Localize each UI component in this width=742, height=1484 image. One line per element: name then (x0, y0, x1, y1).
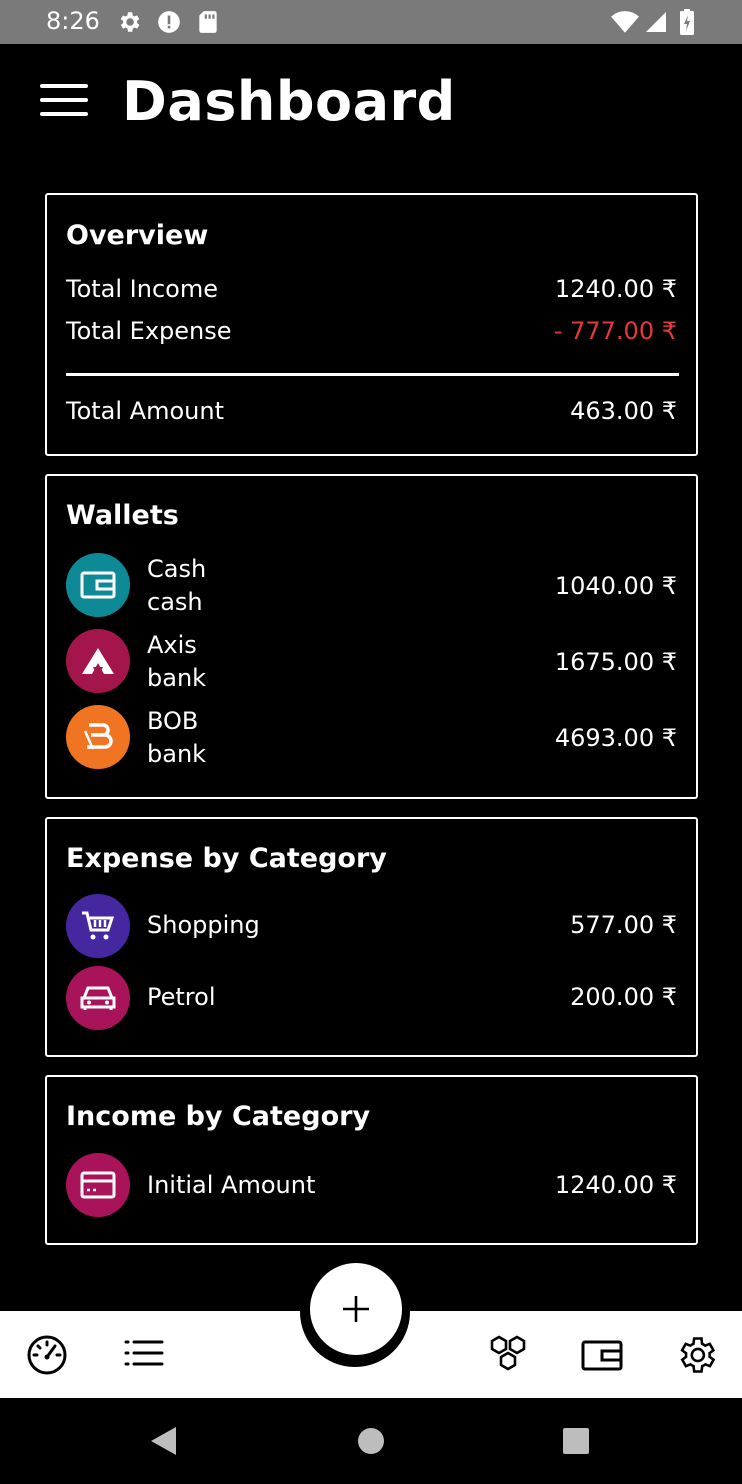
category-name: Petrol (147, 983, 216, 1011)
wallet-type: bank (147, 664, 207, 692)
category-amount: 577.00 ₹ (570, 911, 677, 939)
wallet-name: Cash (147, 555, 207, 583)
plus-icon (343, 1296, 369, 1322)
settings-icon[interactable] (674, 1333, 718, 1377)
card-icon (66, 1153, 130, 1217)
sd-card-icon (199, 11, 217, 33)
wallet-balance: 4693.00 ₹ (554, 724, 677, 752)
settings-icon (120, 12, 140, 32)
signal-icon (646, 12, 666, 32)
wallet-type: cash (147, 588, 203, 616)
car-icon (66, 966, 130, 1030)
menu-button[interactable] (40, 84, 90, 118)
overview-divider (66, 373, 679, 376)
total-amount-value: 463.00 ₹ (570, 397, 677, 425)
wallet-type: bank (147, 740, 207, 768)
income-category-card: Income by Category Initial Amount 1240.0… (45, 1075, 698, 1245)
category-amount: 1240.00 ₹ (554, 1171, 677, 1199)
wallets-card: Wallets Cash cash 1040.00 ₹ Axis bank 16… (45, 474, 698, 799)
wallet-balance: 1675.00 ₹ (554, 648, 677, 676)
status-bar: 8:26 (0, 0, 742, 44)
page-title: Dashboard (122, 70, 456, 133)
total-expense-value: - 777.00 ₹ (553, 317, 677, 345)
total-income-value: 1240.00 ₹ (554, 275, 677, 303)
total-income-label: Total Income (66, 275, 218, 303)
alert-icon (158, 11, 180, 33)
cart-icon (66, 894, 130, 958)
home-icon[interactable] (356, 1426, 386, 1456)
list-icon[interactable] (122, 1333, 166, 1377)
wallet-name: Axis (147, 631, 197, 659)
overview-card: Overview Total Income 1240.00 ₹ Total Ex… (45, 193, 698, 456)
add-transaction-button[interactable] (310, 1263, 402, 1355)
status-time: 8:26 (46, 7, 100, 35)
expense-category-card: Expense by Category Shopping 577.00 ₹ Pe… (45, 817, 698, 1057)
wifi-icon (611, 11, 639, 33)
total-amount-label: Total Amount (66, 397, 224, 425)
wallet-balance: 1040.00 ₹ (554, 572, 677, 600)
wallet-name: BOB (147, 707, 199, 735)
recents-icon[interactable] (562, 1427, 590, 1455)
wallet-icon[interactable] (580, 1333, 624, 1377)
system-navigation-bar (0, 1398, 742, 1484)
bob-bank-icon (66, 705, 130, 769)
total-expense-label: Total Expense (66, 317, 232, 345)
wallets-title: Wallets (66, 500, 179, 531)
category-name: Initial Amount (147, 1171, 316, 1199)
back-icon[interactable] (148, 1425, 180, 1457)
categories-icon[interactable] (486, 1333, 530, 1377)
axis-bank-icon (66, 629, 130, 693)
overview-title: Overview (66, 220, 209, 251)
wallet-icon (66, 553, 130, 617)
category-name: Shopping (147, 911, 260, 939)
category-amount: 200.00 ₹ (570, 983, 677, 1011)
battery-icon (680, 9, 694, 35)
income-category-title: Income by Category (66, 1101, 371, 1132)
dashboard-gauge-icon[interactable] (25, 1333, 69, 1377)
expense-category-title: Expense by Category (66, 843, 387, 874)
